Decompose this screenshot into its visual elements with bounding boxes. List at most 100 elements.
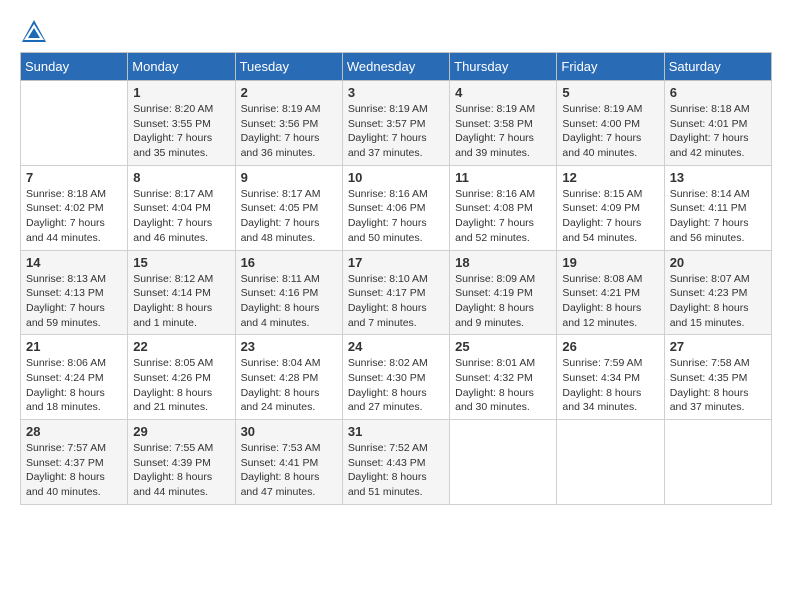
day-number: 16 <box>241 255 337 270</box>
calendar-day-cell: 6 Sunrise: 8:18 AMSunset: 4:01 PMDaylight… <box>664 81 771 166</box>
calendar-day-cell: 20 Sunrise: 8:07 AMSunset: 4:23 PMDayligh… <box>664 250 771 335</box>
calendar-day-cell: 15 Sunrise: 8:12 AMSunset: 4:14 PMDayligh… <box>128 250 235 335</box>
weekday-header-monday: Monday <box>128 53 235 81</box>
calendar-day-cell: 29 Sunrise: 7:55 AMSunset: 4:39 PMDayligh… <box>128 420 235 505</box>
weekday-header-thursday: Thursday <box>450 53 557 81</box>
day-number: 19 <box>562 255 658 270</box>
day-info: Sunrise: 8:18 AMSunset: 4:02 PMDaylight:… <box>26 187 122 246</box>
calendar-day-cell: 13 Sunrise: 8:14 AMSunset: 4:11 PMDayligh… <box>664 165 771 250</box>
day-number: 15 <box>133 255 229 270</box>
weekday-header-tuesday: Tuesday <box>235 53 342 81</box>
day-number: 21 <box>26 339 122 354</box>
calendar-day-cell: 5Sunrise: 8:19 AMSunset: 4:00 PMDaylight… <box>557 81 664 166</box>
day-info: Sunrise: 8:06 AMSunset: 4:24 PMDaylight:… <box>26 356 122 415</box>
calendar-week-row: 1 Sunrise: 8:20 AMSunset: 3:55 PMDaylight… <box>21 81 772 166</box>
day-info: Sunrise: 7:59 AMSunset: 4:34 PMDaylight:… <box>562 356 658 415</box>
calendar-week-row: 28Sunrise: 7:57 AMSunset: 4:37 PMDayligh… <box>21 420 772 505</box>
day-number: 30 <box>241 424 337 439</box>
weekday-header-sunday: Sunday <box>21 53 128 81</box>
logo <box>20 18 52 46</box>
calendar-table: SundayMondayTuesdayWednesdayThursdayFrid… <box>20 52 772 505</box>
day-number: 29 <box>133 424 229 439</box>
day-number: 4 <box>455 85 551 100</box>
day-info: Sunrise: 8:05 AMSunset: 4:26 PMDaylight:… <box>133 356 229 415</box>
calendar-day-cell: 10 Sunrise: 8:16 AMSunset: 4:06 PMDayligh… <box>342 165 449 250</box>
day-info: Sunrise: 8:17 AMSunset: 4:05 PMDaylight:… <box>241 187 337 246</box>
day-info: Sunrise: 8:14 AMSunset: 4:11 PMDaylight:… <box>670 187 766 246</box>
day-info: Sunrise: 8:07 AMSunset: 4:23 PMDaylight:… <box>670 272 766 331</box>
day-number: 31 <box>348 424 444 439</box>
header <box>20 10 772 46</box>
calendar-day-cell <box>664 420 771 505</box>
calendar-day-cell: 23 Sunrise: 8:04 AMSunset: 4:28 PMDayligh… <box>235 335 342 420</box>
day-info: Sunrise: 8:15 AMSunset: 4:09 PMDaylight:… <box>562 187 658 246</box>
weekday-header-friday: Friday <box>557 53 664 81</box>
day-number: 27 <box>670 339 766 354</box>
day-info: Sunrise: 8:13 AMSunset: 4:13 PMDaylight:… <box>26 272 122 331</box>
calendar-day-cell: 4 Sunrise: 8:19 AMSunset: 3:58 PMDaylight… <box>450 81 557 166</box>
calendar-day-cell: 9 Sunrise: 8:17 AMSunset: 4:05 PMDaylight… <box>235 165 342 250</box>
day-number: 12 <box>562 170 658 185</box>
calendar-day-cell: 22 Sunrise: 8:05 AMSunset: 4:26 PMDayligh… <box>128 335 235 420</box>
day-info: Sunrise: 8:01 AMSunset: 4:32 PMDaylight:… <box>455 356 551 415</box>
day-number: 7 <box>26 170 122 185</box>
day-info: Sunrise: 7:58 AMSunset: 4:35 PMDaylight:… <box>670 356 766 415</box>
day-number: 20 <box>670 255 766 270</box>
day-number: 6 <box>670 85 766 100</box>
calendar-day-cell: 24 Sunrise: 8:02 AMSunset: 4:30 PMDayligh… <box>342 335 449 420</box>
day-number: 22 <box>133 339 229 354</box>
day-info: Sunrise: 8:19 AMSunset: 4:00 PMDaylight:… <box>562 102 658 161</box>
day-number: 17 <box>348 255 444 270</box>
weekday-header-row: SundayMondayTuesdayWednesdayThursdayFrid… <box>21 53 772 81</box>
day-number: 3 <box>348 85 444 100</box>
day-info: Sunrise: 8:19 AMSunset: 3:58 PMDaylight:… <box>455 102 551 161</box>
day-info: Sunrise: 8:11 AMSunset: 4:16 PMDaylight:… <box>241 272 337 331</box>
day-info: Sunrise: 8:16 AMSunset: 4:08 PMDaylight:… <box>455 187 551 246</box>
calendar-day-cell: 17 Sunrise: 8:10 AMSunset: 4:17 PMDayligh… <box>342 250 449 335</box>
day-info: Sunrise: 8:20 AMSunset: 3:55 PMDaylight:… <box>133 102 229 161</box>
calendar-day-cell: 27 Sunrise: 7:58 AMSunset: 4:35 PMDayligh… <box>664 335 771 420</box>
calendar-day-cell: 25 Sunrise: 8:01 AMSunset: 4:32 PMDayligh… <box>450 335 557 420</box>
day-number: 18 <box>455 255 551 270</box>
calendar-day-cell <box>557 420 664 505</box>
calendar-day-cell: 1 Sunrise: 8:20 AMSunset: 3:55 PMDaylight… <box>128 81 235 166</box>
day-number: 2 <box>241 85 337 100</box>
day-number: 13 <box>670 170 766 185</box>
day-number: 23 <box>241 339 337 354</box>
day-number: 24 <box>348 339 444 354</box>
day-info: Sunrise: 8:19 AMSunset: 3:56 PMDaylight:… <box>241 102 337 161</box>
calendar-day-cell: 7 Sunrise: 8:18 AMSunset: 4:02 PMDaylight… <box>21 165 128 250</box>
day-number: 14 <box>26 255 122 270</box>
calendar-week-row: 21 Sunrise: 8:06 AMSunset: 4:24 PMDayligh… <box>21 335 772 420</box>
calendar-day-cell <box>21 81 128 166</box>
day-number: 11 <box>455 170 551 185</box>
day-info: Sunrise: 7:52 AMSunset: 4:43 PMDaylight:… <box>348 441 444 500</box>
day-info: Sunrise: 8:02 AMSunset: 4:30 PMDaylight:… <box>348 356 444 415</box>
calendar-day-cell: 19 Sunrise: 8:08 AMSunset: 4:21 PMDayligh… <box>557 250 664 335</box>
day-info: Sunrise: 8:09 AMSunset: 4:19 PMDaylight:… <box>455 272 551 331</box>
calendar-day-cell: 14 Sunrise: 8:13 AMSunset: 4:13 PMDayligh… <box>21 250 128 335</box>
calendar-day-cell <box>450 420 557 505</box>
day-number: 10 <box>348 170 444 185</box>
calendar-day-cell: 2 Sunrise: 8:19 AMSunset: 3:56 PMDaylight… <box>235 81 342 166</box>
day-info: Sunrise: 7:55 AMSunset: 4:39 PMDaylight:… <box>133 441 229 500</box>
day-number: 26 <box>562 339 658 354</box>
calendar-day-cell: 26 Sunrise: 7:59 AMSunset: 4:34 PMDayligh… <box>557 335 664 420</box>
day-number: 9 <box>241 170 337 185</box>
weekday-header-saturday: Saturday <box>664 53 771 81</box>
logo-icon <box>20 18 48 46</box>
day-info: Sunrise: 8:08 AMSunset: 4:21 PMDaylight:… <box>562 272 658 331</box>
calendar-day-cell: 11 Sunrise: 8:16 AMSunset: 4:08 PMDayligh… <box>450 165 557 250</box>
day-info: Sunrise: 8:18 AMSunset: 4:01 PMDaylight:… <box>670 102 766 161</box>
day-info: Sunrise: 8:10 AMSunset: 4:17 PMDaylight:… <box>348 272 444 331</box>
day-number: 25 <box>455 339 551 354</box>
day-number: 1 <box>133 85 229 100</box>
day-info: Sunrise: 7:53 AMSunset: 4:41 PMDaylight:… <box>241 441 337 500</box>
calendar-week-row: 7 Sunrise: 8:18 AMSunset: 4:02 PMDaylight… <box>21 165 772 250</box>
day-info: Sunrise: 8:16 AMSunset: 4:06 PMDaylight:… <box>348 187 444 246</box>
weekday-header-wednesday: Wednesday <box>342 53 449 81</box>
day-info: Sunrise: 8:04 AMSunset: 4:28 PMDaylight:… <box>241 356 337 415</box>
calendar-day-cell: 30 Sunrise: 7:53 AMSunset: 4:41 PMDayligh… <box>235 420 342 505</box>
day-info: Sunrise: 8:12 AMSunset: 4:14 PMDaylight:… <box>133 272 229 331</box>
calendar-day-cell: 21 Sunrise: 8:06 AMSunset: 4:24 PMDayligh… <box>21 335 128 420</box>
